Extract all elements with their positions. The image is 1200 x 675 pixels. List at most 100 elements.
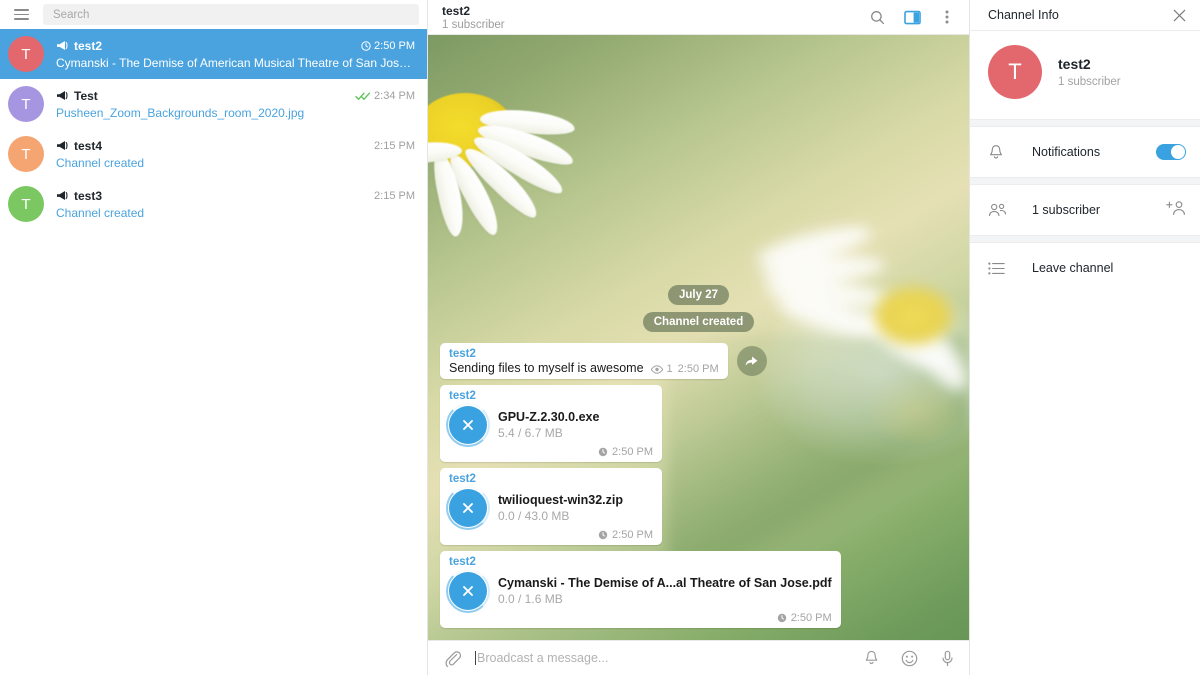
message-stamp: 2:50 PM	[449, 529, 653, 541]
cancel-download-icon[interactable]	[449, 489, 487, 527]
message-time: 2:50 PM	[791, 612, 832, 624]
more-menu-icon[interactable]	[937, 7, 957, 27]
chat-list-item-Test[interactable]: T Test 2:34 PM	[0, 79, 427, 129]
double-check-icon	[355, 91, 371, 101]
message-row-file: test2 twilioquest-win32.zip 0.0 / 43.0 M…	[440, 468, 662, 545]
channel-profile: T test2 1 subscriber	[970, 31, 1200, 119]
panel-row-control	[1166, 200, 1186, 221]
message-time: 2:50 PM	[612, 446, 653, 458]
microphone-icon[interactable]	[937, 648, 957, 668]
sidebar-topbar: Search	[0, 0, 427, 29]
panel-row-label: Notifications	[1032, 145, 1100, 159]
chat-list-item-top: test2 2:50 PM	[56, 39, 415, 53]
download-progress-ring	[446, 486, 490, 530]
megaphone-icon	[56, 190, 69, 201]
chat-list-item-time: 2:15 PM	[374, 190, 415, 202]
search-icon[interactable]	[867, 7, 887, 27]
composer-placeholder: Broadcast a message...	[477, 651, 608, 665]
message-time: 2:50 PM	[678, 363, 719, 375]
telegram-window: Search T test2 2:50 PM	[0, 0, 1200, 675]
chat-list-item-preview: Pusheen_Zoom_Backgrounds_room_2020.jpg	[56, 106, 415, 120]
paperclip-icon[interactable]	[442, 648, 462, 668]
message-time: 2:50 PM	[612, 529, 653, 541]
chat-list-item-time: 2:34 PM	[374, 90, 415, 102]
search-placeholder: Search	[53, 9, 89, 21]
forward-arrow-icon[interactable]	[737, 346, 767, 376]
chat-list-item-test2[interactable]: T test2 2:50 PM Cymanski - The Demise of…	[0, 29, 427, 79]
megaphone-icon	[56, 40, 69, 51]
message-stamp: 2:50 PM	[449, 612, 832, 624]
date-pill: July 27	[668, 285, 729, 305]
download-progress-ring	[446, 569, 490, 613]
message-row-file: test2 GPU-Z.2.30.0.exe 5.4 / 6.7 MB	[440, 385, 662, 462]
chat-list-item-body: test3 2:15 PM Channel created	[56, 189, 415, 220]
emoji-icon[interactable]	[899, 648, 919, 668]
conversation-title-block: test2 1 subscriber	[442, 4, 505, 31]
section-divider	[970, 235, 1200, 243]
file-name: twilioquest-win32.zip	[498, 493, 623, 507]
right-panel-toggle-icon[interactable]	[902, 7, 922, 27]
chat-list-item-preview: Channel created	[56, 156, 415, 170]
message-scroll-area[interactable]: July 27 Channel created test2 Sending fi…	[428, 35, 969, 640]
cancel-download-icon[interactable]	[449, 572, 487, 610]
file-row: Cymanski - The Demise of A...al Theatre …	[449, 569, 832, 611]
view-count: 1	[667, 363, 673, 375]
megaphone-icon	[56, 90, 69, 101]
notifications-toggle[interactable]	[1156, 144, 1186, 160]
section-divider	[970, 177, 1200, 185]
conversation-header-actions	[867, 7, 957, 27]
avatar: T	[8, 86, 44, 122]
file-size: 5.4 / 6.7 MB	[498, 426, 599, 440]
chat-list-item-test4[interactable]: T test4 2:15 PM Channel created	[0, 129, 427, 179]
file-size: 0.0 / 43.0 MB	[498, 509, 623, 523]
chat-list-item-preview: Channel created	[56, 206, 415, 220]
add-member-icon[interactable]	[1166, 200, 1186, 221]
text-caret	[475, 651, 476, 665]
file-message-bubble[interactable]: test2 twilioquest-win32.zip 0.0 / 43.0 M…	[440, 468, 662, 545]
bell-icon[interactable]	[861, 648, 881, 668]
chat-list-sidebar: Search T test2 2:50 PM	[0, 0, 428, 675]
message-sender: test2	[449, 473, 653, 485]
download-progress-ring	[446, 403, 490, 447]
message-stamp: 2:50 PM	[449, 446, 653, 458]
search-input[interactable]: Search	[43, 4, 419, 25]
avatar: T	[8, 136, 44, 172]
chat-list-item-name: test4	[74, 139, 102, 153]
close-icon[interactable]	[1170, 6, 1188, 24]
message-sender: test2	[449, 348, 719, 360]
panel-row-subscribers[interactable]: 1 subscriber	[970, 185, 1200, 235]
panel-row-label: Leave channel	[1032, 261, 1113, 275]
panel-row-leave-channel[interactable]: Leave channel	[970, 243, 1200, 293]
chat-list-item-body: test2 2:50 PM Cymanski - The Demise of A…	[56, 39, 415, 70]
chat-list-item-name: test2	[74, 39, 102, 53]
clock-icon	[598, 530, 608, 540]
cancel-download-icon[interactable]	[449, 406, 487, 444]
avatar-letter: T	[1008, 59, 1021, 85]
avatar: T	[8, 186, 44, 222]
chat-list[interactable]: T test2 2:50 PM Cymanski - The Demise of…	[0, 29, 427, 675]
members-icon	[988, 203, 1012, 217]
channel-subscriber-count: 1 subscriber	[1058, 76, 1121, 88]
chat-list-item-time: 2:15 PM	[374, 140, 415, 152]
message-bubble[interactable]: test2 Sending files to myself is awesome…	[440, 343, 728, 379]
clock-icon	[777, 613, 787, 623]
message-input[interactable]: Broadcast a message...	[475, 651, 851, 665]
toggle-knob	[1171, 145, 1185, 159]
chat-list-item-test3[interactable]: T test3 2:15 PM Channel created	[0, 179, 427, 229]
views-eye-icon	[651, 365, 663, 374]
hamburger-icon[interactable]	[10, 4, 32, 26]
file-name: Cymanski - The Demise of A...al Theatre …	[498, 576, 832, 590]
chat-list-item-top: test3 2:15 PM	[56, 189, 415, 203]
panel-row-label: 1 subscriber	[1032, 203, 1100, 217]
message-content: Sending files to myself is awesome 1 2:5…	[449, 361, 719, 375]
message-composer: Broadcast a message...	[428, 640, 969, 675]
list-icon	[988, 262, 1012, 275]
panel-row-notifications[interactable]: Notifications	[970, 127, 1200, 177]
file-message-bubble[interactable]: test2 GPU-Z.2.30.0.exe 5.4 / 6.7 MB	[440, 385, 662, 462]
chat-list-item-meta: 2:34 PM	[347, 90, 415, 102]
file-row: twilioquest-win32.zip 0.0 / 43.0 MB	[449, 486, 653, 528]
avatar: T	[8, 36, 44, 72]
file-row: GPU-Z.2.30.0.exe 5.4 / 6.7 MB	[449, 403, 653, 445]
file-message-bubble[interactable]: test2 Cymanski - The Demise of A...al Th…	[440, 551, 841, 628]
composer-actions	[861, 648, 957, 668]
